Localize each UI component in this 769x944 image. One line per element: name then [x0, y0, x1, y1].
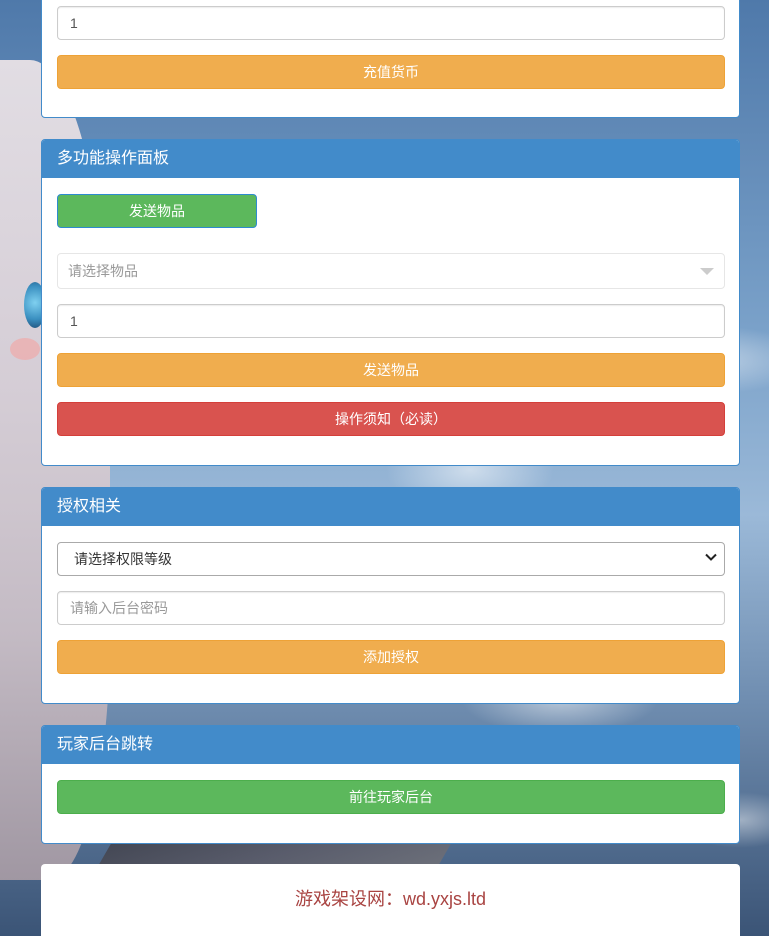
recharge-panel: 充值货币: [41, 0, 740, 118]
panel-title: 授权相关: [42, 488, 739, 526]
panel-title: 多功能操作面板: [42, 140, 739, 178]
site-link-text[interactable]: 游戏架设网：wd.yxjs.ltd: [295, 889, 486, 909]
recharge-currency-button[interactable]: 充值货币: [57, 55, 725, 89]
panel-title: 玩家后台跳转: [42, 726, 739, 764]
authorization-panel: 授权相关 请选择权限等级 添加授权: [41, 487, 740, 704]
goto-player-backend-button[interactable]: 前往玩家后台: [57, 780, 725, 814]
recharge-amount-input[interactable]: [57, 6, 725, 40]
character-cheek: [10, 338, 40, 360]
player-backend-panel: 玩家后台跳转 前往玩家后台: [41, 725, 740, 844]
permission-level-select-value: 请选择权限等级: [74, 551, 172, 567]
permission-level-select[interactable]: 请选择权限等级: [57, 542, 725, 576]
send-item-button[interactable]: 发送物品: [57, 353, 725, 387]
item-quantity-input[interactable]: [57, 304, 725, 338]
admin-password-input[interactable]: [57, 591, 725, 625]
item-select[interactable]: 请选择物品: [57, 253, 725, 289]
send-item-top-button[interactable]: 发送物品: [57, 194, 257, 228]
multi-function-panel: 多功能操作面板 发送物品 请选择物品 发送物品 操作须知（必读）: [41, 139, 740, 466]
chevron-down-icon: [700, 268, 714, 275]
chevron-down-icon: [705, 553, 717, 561]
footer-box: 游戏架设网：wd.yxjs.ltd: [41, 864, 740, 944]
operation-notice-button[interactable]: 操作须知（必读）: [57, 402, 725, 436]
add-authorization-button[interactable]: 添加授权: [57, 640, 725, 674]
item-select-placeholder: 请选择物品: [68, 263, 138, 279]
